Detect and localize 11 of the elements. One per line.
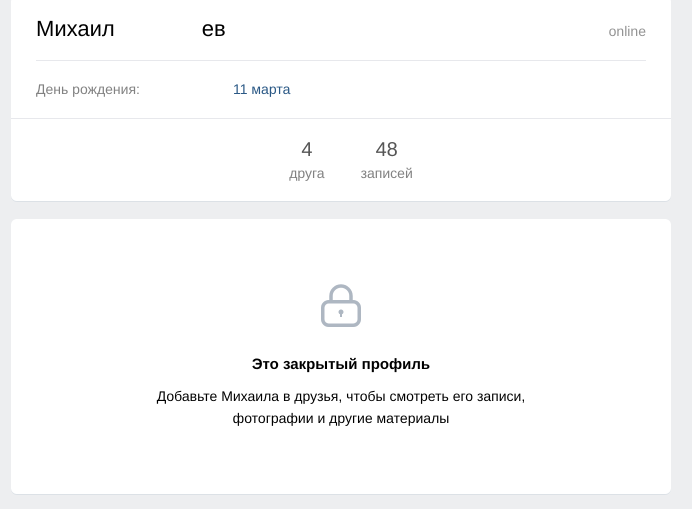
closed-profile-text: фотографии и другие материалы <box>232 409 450 428</box>
info-label: День рождения: <box>36 81 141 97</box>
birthday-link[interactable]: 11 марта <box>233 81 290 97</box>
closed-profile-title: Это закрытый профиль <box>252 356 430 373</box>
online-status: online <box>608 23 646 39</box>
closed-profile-text: Добавьте Михаила в друзья, чтобы смотреть его записи, <box>156 387 526 406</box>
profile-name: Михаил <box>36 16 115 42</box>
counter-link[interactable]: 48 записей <box>360 137 413 183</box>
counter-link[interactable]: 4 друга <box>289 137 325 183</box>
lock-icon <box>320 283 362 327</box>
profile-name: ев <box>202 16 226 42</box>
